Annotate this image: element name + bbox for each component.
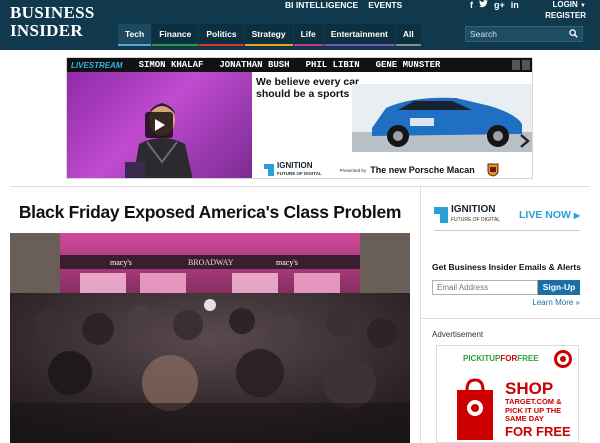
- logo-line-2: INSIDER: [10, 21, 83, 40]
- login-label: LOGIN: [552, 0, 578, 9]
- live-now-label: LIVE NOW: [519, 209, 571, 221]
- ignition-logo-icon: [264, 164, 274, 176]
- social-links: f g+ in: [470, 0, 519, 10]
- ignition-title: IGNITION: [277, 161, 313, 170]
- sidebar-divider: [420, 186, 421, 443]
- porsche-ad[interactable]: We believe every car should be a sports …: [252, 72, 532, 178]
- store-sign: macy's: [276, 258, 298, 267]
- email-field[interactable]: [432, 280, 538, 295]
- caret-down-icon: ▼: [580, 3, 586, 9]
- store-sign: BROADWAY: [188, 258, 234, 267]
- sponsor-text: The new Porsche Macan: [370, 165, 475, 175]
- livestream-strip: LIVESTREAM SIMON KHALAF JONATHAN BUSH PH…: [67, 58, 532, 72]
- search-icon[interactable]: [569, 29, 578, 38]
- top-links: BI INTELLIGENCE EVENTS: [285, 0, 402, 12]
- livestream-video[interactable]: [67, 72, 252, 178]
- google-plus-icon[interactable]: g+: [494, 0, 505, 10]
- ignition-live-ad[interactable]: IGNITION FUTURE OF DIGITAL LIVE NOW ▶: [434, 200, 580, 230]
- livestream-label: LIVESTREAM: [71, 60, 123, 70]
- speaker-name[interactable]: GENE MUNSTER: [368, 60, 449, 70]
- bi-intelligence-link[interactable]: BI INTELLIGENCE: [285, 0, 358, 12]
- porsche-macan-image: [352, 84, 532, 152]
- site-header: BUSINESS INSIDER BI INTELLIGENCE EVENTS …: [0, 0, 600, 50]
- nav-tab-politics[interactable]: Politics: [199, 24, 244, 46]
- content-divider: [10, 186, 590, 187]
- nav-tab-finance[interactable]: Finance: [152, 24, 199, 46]
- speaker-name[interactable]: PHIL LIBIN: [298, 60, 368, 70]
- ad-underline: [434, 230, 580, 231]
- ignition-subtitle: FUTURE OF DIGITAL: [451, 217, 501, 223]
- linkedin-icon[interactable]: in: [511, 0, 519, 10]
- nav-tab-all[interactable]: All: [395, 24, 421, 46]
- target-free-text: FOR FREE: [505, 424, 571, 439]
- section-nav: Tech Finance Politics Strategy Life Ente…: [118, 24, 422, 46]
- login-menu[interactable]: LOGIN ▼ REGISTER: [545, 0, 586, 21]
- black-friday-crowd-photo: macy's BROADWAY macy's: [10, 233, 410, 443]
- tagline-part: FREE: [517, 354, 539, 363]
- ignition-logo-icon: [434, 207, 448, 223]
- ad-footer: IGNITION FUTURE OF DIGITAL Presented by …: [252, 160, 532, 178]
- target-ad-tagline: PICKITUPFORFREE: [463, 354, 539, 363]
- porsche-crest-icon: [487, 163, 499, 177]
- events-link[interactable]: EVENTS: [368, 0, 402, 12]
- speaker-name[interactable]: JONATHAN BUSH: [211, 60, 297, 70]
- strip-controls[interactable]: [512, 60, 532, 70]
- sidebar-divider-line: [421, 318, 600, 319]
- store-sign: macy's: [110, 258, 132, 267]
- ignition-subtitle: FUTURE OF DIGITAL: [277, 171, 322, 176]
- tagline-part: PICKITUP: [463, 354, 501, 363]
- learn-more-link[interactable]: Learn More »: [500, 298, 580, 307]
- top-ad-banner[interactable]: LIVESTREAM SIMON KHALAF JONATHAN BUSH PH…: [66, 57, 533, 179]
- target-shop-text: SHOP: [505, 379, 554, 398]
- target-bullseye-icon: [554, 350, 572, 368]
- advertisement-label: Advertisement: [432, 330, 484, 339]
- ignition-logo-text: IGNITION FUTURE OF DIGITAL: [451, 205, 500, 225]
- signup-button[interactable]: Sign-Up: [538, 280, 580, 295]
- live-now-link[interactable]: LIVE NOW ▶: [519, 209, 580, 221]
- twitter-icon[interactable]: [479, 0, 488, 10]
- ignition-logo-text: IGNITION FUTURE OF DIGITAL: [277, 162, 322, 178]
- nav-tab-strategy[interactable]: Strategy: [244, 24, 293, 46]
- target-ad[interactable]: PICKITUPFORFREE SHOP TARGET.COM & PICK I…: [436, 345, 579, 443]
- newsletter-title: Get Business Insider Emails & Alerts: [432, 262, 581, 272]
- logo-line-1: BUSINESS: [10, 3, 95, 22]
- article-hero-image[interactable]: macy's BROADWAY macy's: [10, 233, 410, 443]
- speaker-name[interactable]: SIMON KHALAF: [131, 60, 212, 70]
- nav-tab-life[interactable]: Life: [293, 24, 323, 46]
- twitter-bird-icon: [479, 0, 488, 8]
- play-button[interactable]: [145, 112, 173, 138]
- presented-by-label: Presented by: [339, 167, 367, 173]
- search-input[interactable]: [470, 28, 564, 40]
- target-sub-text: TARGET.COM & PICK IT UP THE SAME DAY: [505, 397, 562, 423]
- tagline-part: FOR: [500, 354, 518, 363]
- register-label[interactable]: REGISTER: [545, 11, 586, 21]
- nav-tab-tech[interactable]: Tech: [118, 24, 152, 46]
- shopping-bag-icon: [457, 378, 493, 440]
- play-triangle-icon: ▶: [573, 211, 580, 220]
- article-headline[interactable]: Black Friday Exposed America's Class Pro…: [10, 201, 410, 223]
- chevron-right-icon[interactable]: [518, 134, 530, 148]
- facebook-icon[interactable]: f: [470, 0, 473, 10]
- business-insider-logo[interactable]: BUSINESS INSIDER: [10, 4, 102, 40]
- search-box: [465, 26, 583, 42]
- ignition-title: IGNITION: [451, 204, 496, 215]
- nav-tab-entertainment[interactable]: Entertainment: [323, 24, 395, 46]
